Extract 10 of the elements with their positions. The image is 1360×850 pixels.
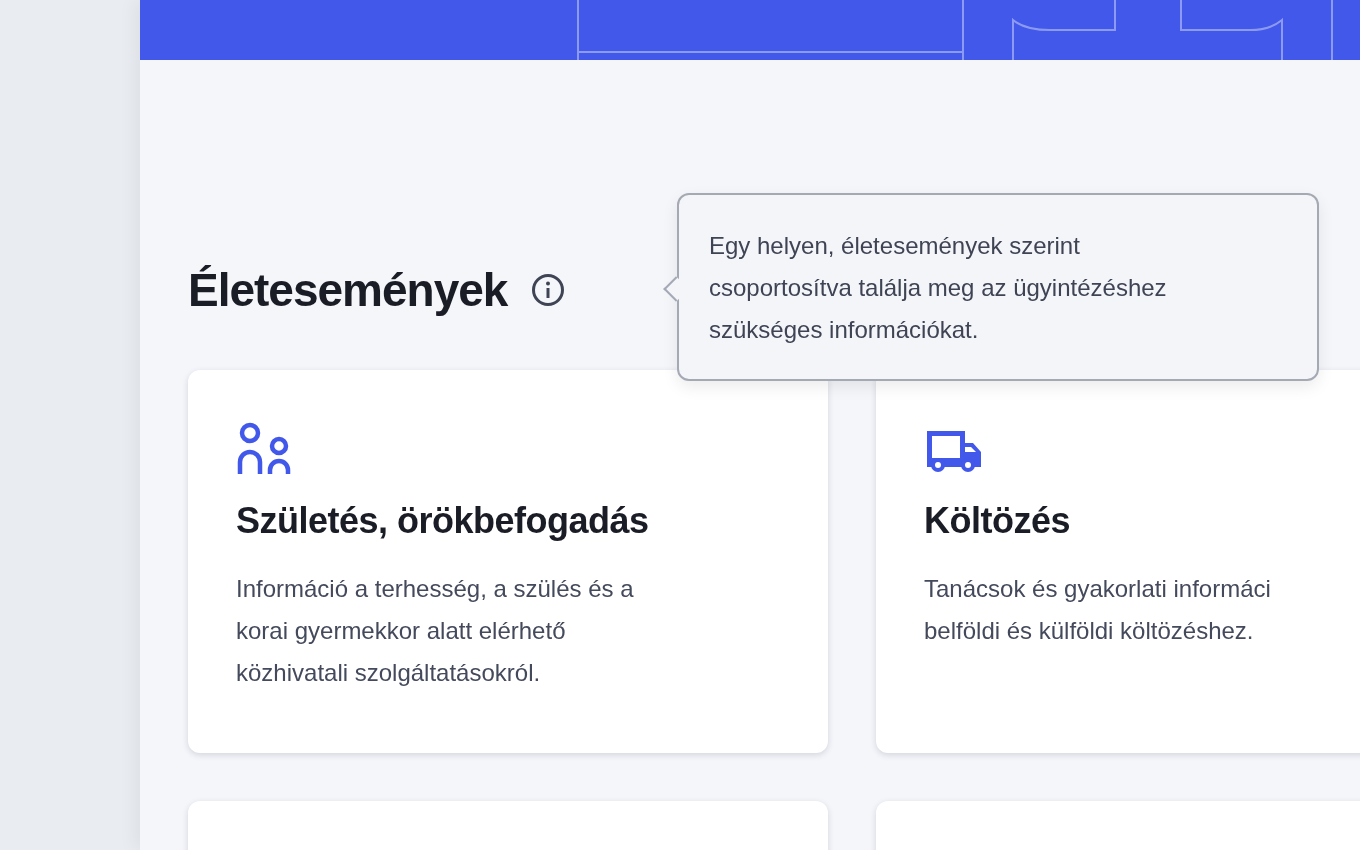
people-icon [236,422,292,474]
info-icon[interactable] [531,273,566,307]
card-description: Tanácsok és gyakorlati informáci belföldi és külföldi költözéshez. [924,574,1272,646]
card-title: Születés, örökbefogadás [236,500,650,542]
life-event-card[interactable]: Születés, örökbefogadás Információ a terhesség, a szülés és a korai gyermekkor alatt elérhető közhivatali szolgáltatásokról. [188,370,828,753]
card-description: Információ a terhesség, a szülés és a korai gyermekkor alatt elérhető közhivatali szolgáltatásokról. [236,574,635,688]
card-title: Költözés [924,500,1071,542]
section-title: Életesemények [188,263,508,317]
tooltip: Egy helyen, életesemények szerint csoportosítva találja meg az ügyintézéshez szükséges információkat. [677,193,1319,381]
life-event-card[interactable]: Költözés Tanácsok és gyakorlati informáci belföldi és külföldi költözéshez. [876,370,1360,753]
